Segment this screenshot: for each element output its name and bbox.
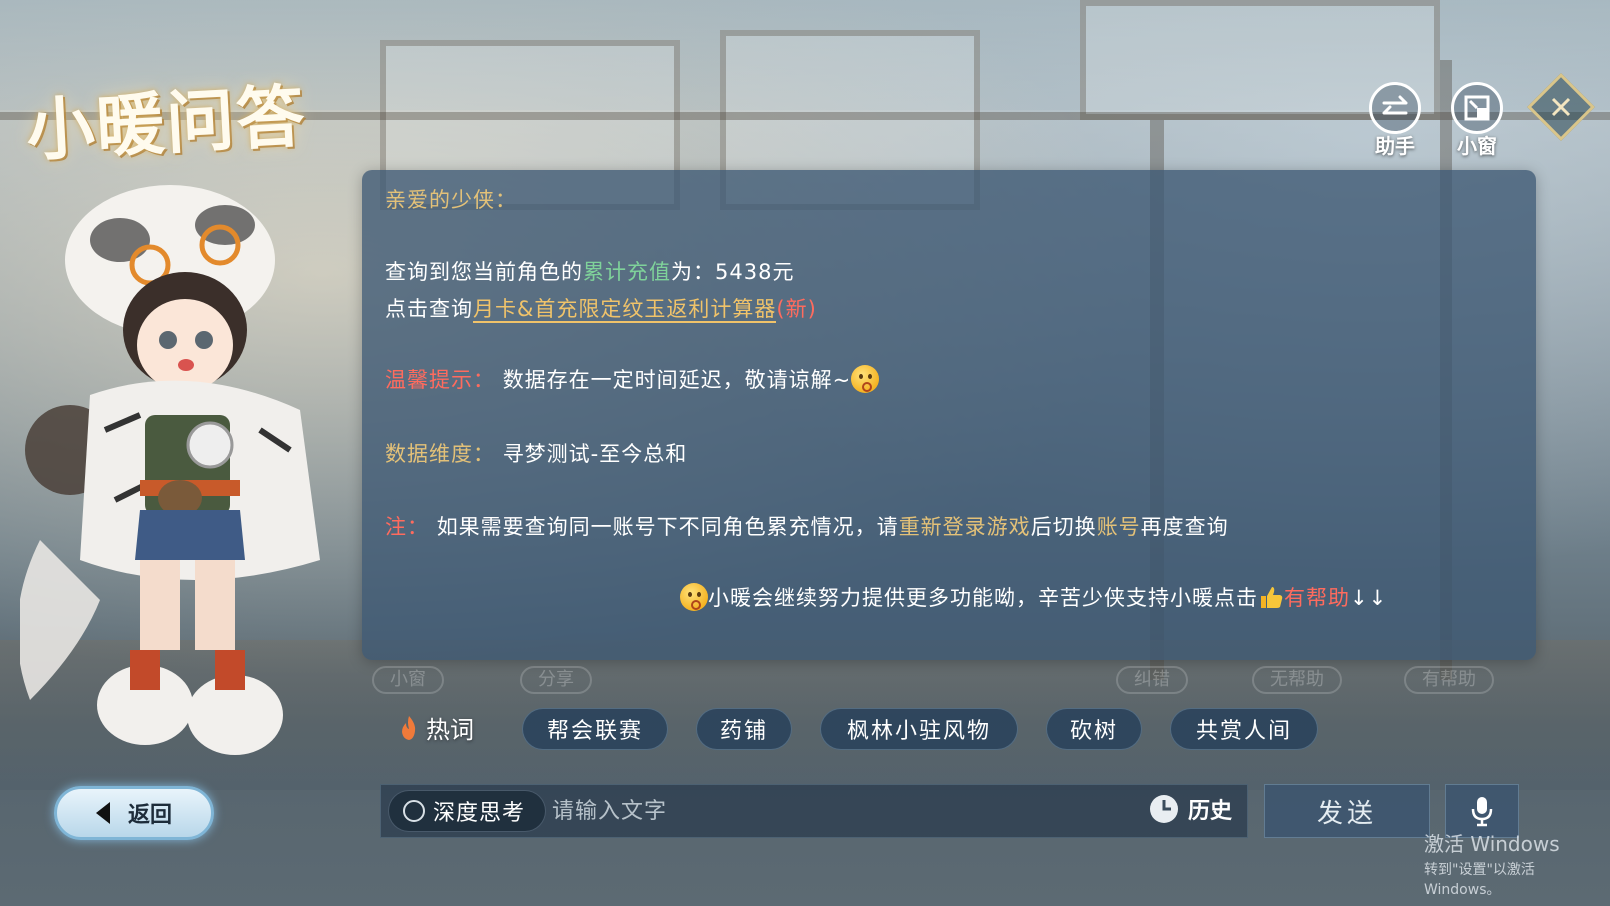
calculator-line: 点击查询月卡&首充限定纹玉返利计算器(新) — [385, 293, 817, 323]
hot-word-chip[interactable]: 枫林小驻风物 — [820, 708, 1018, 750]
footer-line: 小暖会继续努力提供更多功能呦，辛苦少侠支持小暖点击 有帮助↓↓ — [680, 582, 1387, 613]
microphone-icon — [1471, 797, 1493, 827]
greeting: 亲爱的少侠： — [385, 188, 517, 212]
swap-icon — [1382, 95, 1408, 115]
send-button[interactable]: 发送 — [1264, 784, 1430, 838]
faded-mini-window-action[interactable]: 小窗 — [372, 666, 444, 694]
dimension-label: 数据维度： — [385, 442, 495, 466]
deep-think-toggle[interactable]: 深度思考 — [388, 790, 546, 832]
hot-words-label: 热词 — [398, 710, 474, 745]
back-label: 返回 — [127, 803, 172, 828]
hot-word-chip[interactable]: 帮会联赛 — [522, 708, 668, 750]
assistant-button[interactable]: 助手 — [1365, 82, 1425, 159]
note-text-2: 后切换 — [1030, 515, 1097, 539]
app-title: 小暖问答 — [24, 76, 309, 172]
calculator-link[interactable]: 月卡&首充限定纹玉返利计算器 — [473, 297, 777, 323]
mini-window-label: 小窗 — [1457, 134, 1497, 158]
mini-window-icon — [1464, 95, 1490, 121]
tip-line: 温馨提示： 数据存在一定时间延迟，敬请谅解~ — [385, 364, 880, 395]
thumbs-up-icon — [1261, 587, 1283, 608]
new-badge: (新) — [776, 297, 817, 321]
note-line: 注： 如果需要查询同一账号下不同角色累充情况，请重新登录游戏后切换账号再度查询 — [385, 511, 1229, 541]
surprised-face-icon — [680, 583, 708, 611]
hot-word-chip[interactable]: 共赏人间 — [1170, 708, 1318, 750]
note-text-1: 如果需要查询同一账号下不同角色累充情况，请 — [436, 515, 899, 539]
hot-words-text: 热词 — [426, 716, 474, 744]
assistant-label: 助手 — [1375, 134, 1415, 158]
message-input[interactable] — [552, 792, 1132, 830]
radio-circle-icon — [403, 800, 425, 822]
faded-share-action[interactable]: 分享 — [520, 666, 592, 694]
faded-unhelpful-action[interactable]: 无帮助 — [1252, 666, 1342, 694]
answer-panel: 亲爱的少侠： 查询到您当前角色的累计充值为：5438元 点击查询月卡&首充限定纹… — [362, 170, 1536, 660]
back-arrow-icon — [95, 802, 110, 824]
surprised-face-icon — [851, 365, 880, 393]
footer-text: 小暖会继续努力提供更多功能呦，辛苦少侠支持小暖点击 — [708, 586, 1258, 610]
down-arrows: ↓↓ — [1350, 586, 1388, 610]
tip-label: 温馨提示： — [385, 368, 495, 392]
calculator-prefix: 点击查询 — [385, 297, 473, 321]
watermark-line-1: 激活 Windows — [1424, 832, 1560, 856]
helpful-link[interactable]: 有帮助 — [1284, 586, 1350, 610]
recharge-suffix: 为： — [671, 260, 715, 284]
recharge-prefix: 查询到您当前角色的 — [385, 260, 583, 284]
clock-icon — [1150, 795, 1178, 823]
faded-report-action[interactable]: 纠错 — [1116, 666, 1188, 694]
windows-activation-watermark: 激活 Windows 转到"设置"以激活 Windows。 — [1424, 828, 1610, 899]
recharge-highlight: 累计充值 — [583, 260, 671, 284]
recharge-amount: 5438元 — [715, 260, 795, 284]
back-button[interactable]: 返回 — [54, 786, 214, 840]
note-highlight-relogin: 重新登录游戏 — [898, 515, 1031, 539]
mini-window-button[interactable]: 小窗 — [1447, 82, 1507, 159]
close-icon — [1551, 97, 1571, 117]
history-label: 历史 — [1188, 799, 1233, 824]
note-label: 注： — [385, 515, 429, 539]
tip-text: 数据存在一定时间延迟，敬请谅解~ — [502, 368, 852, 392]
history-button[interactable]: 历史 — [1148, 793, 1232, 825]
note-text-3: 再度查询 — [1140, 515, 1229, 539]
watermark-line-2: 转到"设置"以激活 Windows。 — [1424, 862, 1535, 898]
deep-think-label: 深度思考 — [433, 801, 526, 826]
character-illustration — [20, 185, 320, 755]
dimension-value: 寻梦测试-至今总和 — [502, 442, 688, 466]
recharge-line: 查询到您当前角色的累计充值为：5438元 — [385, 256, 794, 286]
hot-word-chip[interactable]: 砍树 — [1046, 708, 1142, 750]
note-highlight-account: 账号 — [1096, 515, 1141, 539]
hot-word-chip[interactable]: 药铺 — [696, 708, 792, 750]
flame-icon — [402, 715, 416, 740]
faded-helpful-action[interactable]: 有帮助 — [1404, 666, 1494, 694]
dimension-line: 数据维度： 寻梦测试-至今总和 — [385, 438, 687, 468]
